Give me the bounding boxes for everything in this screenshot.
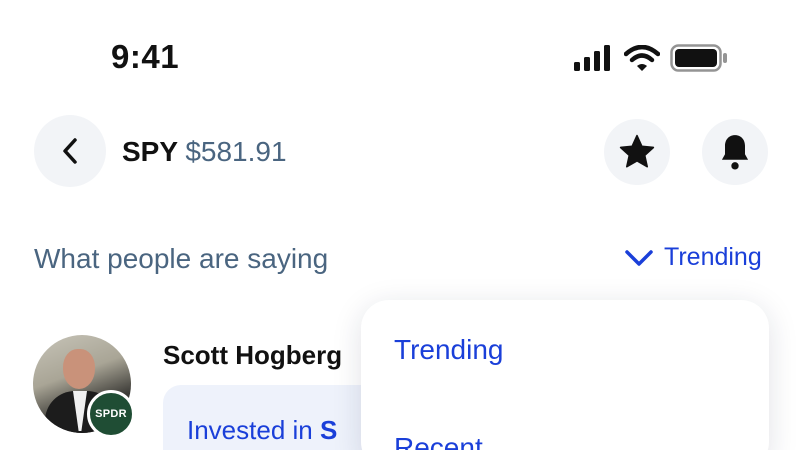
post-author[interactable]: Scott Hogberg	[163, 340, 342, 371]
ticker-price: $581.91	[185, 136, 287, 167]
alerts-button[interactable]	[702, 119, 768, 185]
page-title: SPY $581.91	[122, 136, 287, 168]
star-icon	[619, 134, 655, 168]
battery-icon	[670, 44, 727, 72]
cellular-signal-icon	[574, 45, 610, 71]
avatar-face	[63, 349, 95, 389]
bell-icon	[721, 135, 749, 170]
post-text-ticker[interactable]: S	[320, 415, 337, 445]
wifi-icon	[624, 45, 660, 71]
ticker-badge: SPDR	[87, 390, 135, 438]
section-title: What people are saying	[34, 243, 329, 274]
watchlist-button[interactable]	[604, 119, 670, 185]
ticker-header: SPY $581.91	[0, 112, 800, 192]
status-icons	[574, 44, 728, 72]
chevron-down-icon	[625, 249, 653, 266]
status-time: 9:41	[111, 38, 180, 75]
sort-dropdown-toggle[interactable]: Trending	[624, 243, 762, 272]
sort-option-trending[interactable]: Trending	[394, 334, 503, 366]
status-bar: 9:41	[0, 0, 800, 110]
sort-option-recent[interactable]: Recent	[394, 432, 483, 450]
sort-dropdown-menu: Trending Recent	[361, 300, 769, 450]
post-text-prefix: Invested in	[187, 415, 313, 445]
post-text: Invested in S	[187, 415, 337, 446]
back-button[interactable]	[34, 115, 106, 187]
ticker-symbol: SPY	[122, 136, 178, 167]
chevron-left-icon	[63, 138, 77, 164]
sort-label: Trending	[664, 243, 762, 271]
